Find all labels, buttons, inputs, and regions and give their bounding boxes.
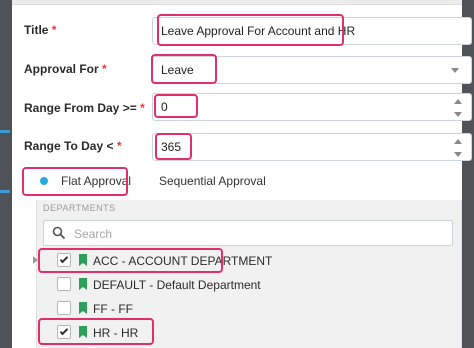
- range-from-label: Range From Day >= *: [24, 101, 145, 115]
- search-placeholder: Search: [74, 227, 113, 241]
- modal-top-bar: [12, 0, 462, 5]
- background-accent-mark: [0, 130, 10, 133]
- approval-for-select[interactable]: Leave: [152, 56, 472, 84]
- bookmark-icon: [79, 326, 87, 338]
- approval-type-group: Flat Approval Sequential Approval: [24, 168, 464, 194]
- department-search-input[interactable]: Search: [43, 220, 453, 246]
- title-input[interactable]: Leave Approval For Account and HR: [152, 17, 472, 45]
- radio-flat-approval[interactable]: Flat Approval: [61, 174, 131, 188]
- spinner-up-icon[interactable]: [454, 139, 462, 144]
- checkbox-unchecked[interactable]: [57, 301, 71, 315]
- checkbox-checked[interactable]: [57, 325, 71, 339]
- range-to-value: 365: [161, 140, 182, 154]
- checkbox-unchecked[interactable]: [57, 277, 71, 291]
- tree-expand-icon[interactable]: [33, 256, 38, 264]
- approval-for-label: Approval For *: [24, 62, 107, 76]
- title-label: Title *: [24, 23, 57, 37]
- chevron-down-icon: [451, 68, 459, 73]
- approval-for-value: Leave: [161, 63, 194, 77]
- number-spinner[interactable]: [453, 137, 463, 159]
- search-icon: [52, 226, 66, 240]
- title-value: Leave Approval For Account and HR: [161, 24, 356, 38]
- range-to-input[interactable]: 365: [152, 133, 472, 161]
- background-accent-mark: [0, 190, 10, 193]
- departments-panel: DEPARTMENTS Search ACC - ACCOUNT DEPARTM…: [33, 200, 462, 348]
- radio-selected-icon[interactable]: [40, 177, 48, 185]
- spinner-up-icon[interactable]: [454, 99, 462, 104]
- departments-title: DEPARTMENTS: [43, 203, 116, 213]
- bookmark-icon: [79, 278, 87, 290]
- radio-sequential-approval[interactable]: Sequential Approval: [159, 174, 266, 188]
- approval-modal: Title * Leave Approval For Account and H…: [12, 0, 472, 348]
- bookmark-icon: [79, 254, 87, 266]
- checkbox-checked[interactable]: [57, 253, 71, 267]
- range-from-input[interactable]: 0: [152, 93, 472, 121]
- range-to-label: Range To Day < *: [24, 139, 122, 153]
- range-from-value: 0: [161, 100, 168, 114]
- spinner-down-icon[interactable]: [454, 112, 462, 117]
- bookmark-icon: [79, 302, 87, 314]
- spinner-down-icon[interactable]: [454, 152, 462, 157]
- number-spinner[interactable]: [453, 97, 463, 119]
